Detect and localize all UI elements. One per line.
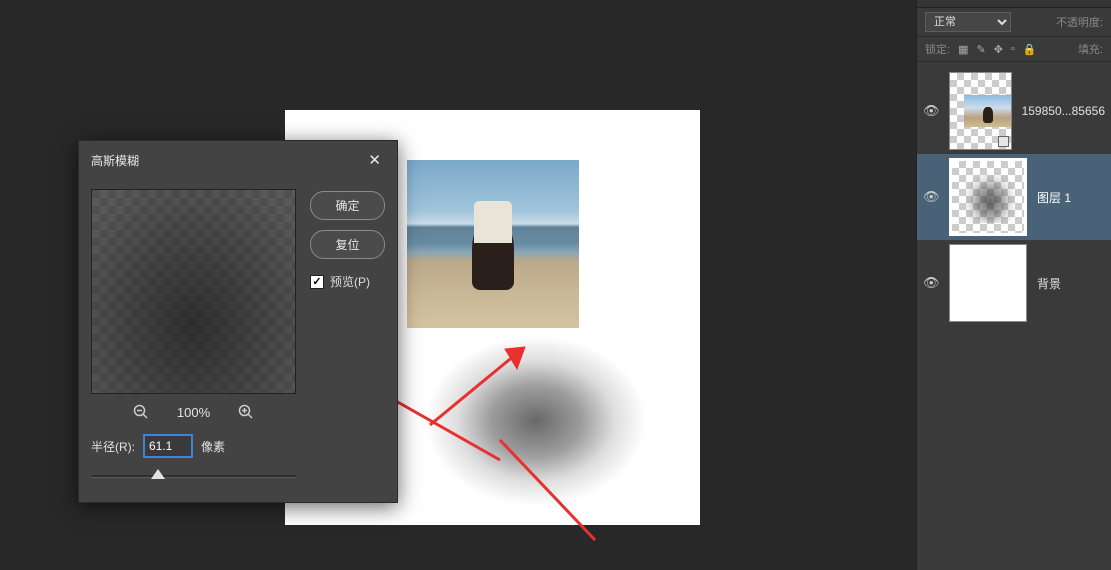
layer-row[interactable]: 👁 159850...85656	[917, 68, 1111, 154]
lock-all-icon[interactable]: 🔒	[1023, 43, 1037, 56]
reset-button[interactable]: 复位	[310, 230, 385, 259]
layer-name[interactable]: 159850...85656	[1022, 104, 1105, 118]
preview-checkbox-label: 预览(P)	[330, 273, 370, 290]
preview-checkbox[interactable]: ✓	[310, 275, 324, 289]
lock-brush-icon[interactable]: ✎	[976, 43, 985, 56]
layer-row[interactable]: 👁 背景	[917, 240, 1111, 326]
close-icon[interactable]: ✕	[364, 149, 385, 171]
radius-slider[interactable]	[91, 470, 296, 484]
lock-artboard-icon[interactable]: ▫	[1011, 43, 1015, 55]
layer-thumbnail[interactable]	[949, 158, 1027, 236]
visibility-icon[interactable]: 👁	[923, 103, 939, 119]
lock-label: 锁定:	[925, 41, 950, 57]
annotation-arrow-2	[420, 335, 540, 435]
radius-unit: 像素	[201, 438, 225, 455]
layer-thumbnail[interactable]	[949, 72, 1012, 150]
visibility-icon[interactable]: 👁	[923, 275, 939, 291]
lock-transparency-icon[interactable]: ▦	[958, 43, 968, 56]
layer-row[interactable]: 👁 图层 1	[917, 154, 1111, 240]
fill-label: 填充:	[1078, 41, 1103, 57]
gaussian-blur-dialog: 高斯模糊 ✕ 100% 半径(R): 像素	[78, 140, 398, 503]
radius-input[interactable]	[143, 434, 193, 458]
layer-thumbnail[interactable]	[949, 244, 1027, 322]
layer-name[interactable]: 背景	[1037, 275, 1061, 292]
smart-object-badge	[998, 136, 1009, 147]
annotation-arrow-3	[495, 435, 615, 555]
zoom-percent: 100%	[177, 405, 210, 420]
zoom-in-icon[interactable]	[238, 404, 254, 420]
dialog-titlebar[interactable]: 高斯模糊 ✕	[79, 141, 397, 179]
zoom-out-icon[interactable]	[133, 404, 149, 420]
dialog-title: 高斯模糊	[91, 152, 139, 169]
lock-move-icon[interactable]: ✥	[994, 43, 1003, 56]
layers-panel: 正常 不透明度: 锁定: ▦ ✎ ✥ ▫ 🔒 填充: 👁 159850...85…	[916, 0, 1111, 570]
blend-mode-select[interactable]: 正常	[925, 12, 1011, 32]
radius-label: 半径(R):	[91, 438, 135, 455]
opacity-label: 不透明度:	[1056, 14, 1103, 30]
visibility-icon[interactable]: 👁	[923, 189, 939, 205]
ok-button[interactable]: 确定	[310, 191, 385, 220]
layer-name[interactable]: 图层 1	[1037, 189, 1071, 206]
panel-tabs[interactable]	[917, 0, 1111, 8]
filter-preview[interactable]	[91, 189, 296, 394]
beach-photo	[407, 160, 579, 328]
slider-thumb[interactable]	[151, 469, 165, 479]
